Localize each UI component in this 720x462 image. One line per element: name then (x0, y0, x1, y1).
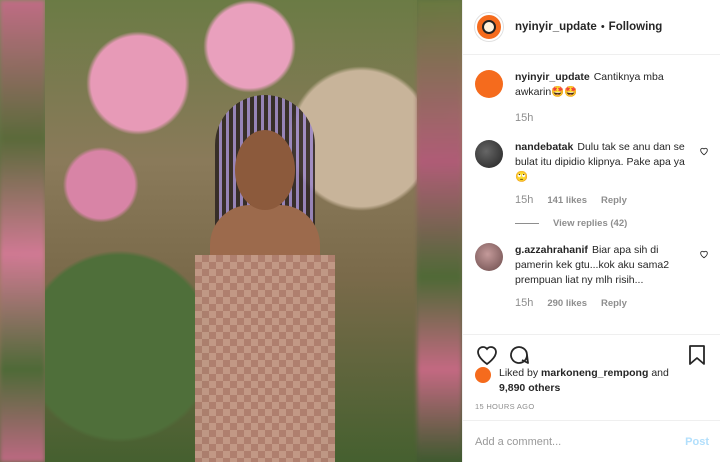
comment-icon[interactable] (507, 343, 531, 367)
view-replies-line (515, 223, 539, 224)
bookmark-icon[interactable] (685, 343, 709, 367)
comment-time[interactable]: 15h (515, 297, 533, 309)
author-avatar[interactable] (475, 13, 503, 41)
view-replies-label: View replies (42) (553, 218, 628, 229)
comment-item: nandebatak Dulu tak se anu dan se bulat i… (475, 140, 709, 185)
photo-subject (190, 95, 340, 462)
likes-others[interactable]: 9,890 others (499, 382, 560, 394)
reply-button[interactable]: Reply (601, 195, 627, 206)
post-photo[interactable] (0, 0, 462, 462)
comment-avatar[interactable] (475, 140, 503, 168)
comment-item: g.azzahrahanif Biar apa sih di pamerin ke… (475, 243, 709, 288)
caption-text-block: nyinyir_update Cantiknya mba awkarin🤩🤩 (515, 70, 690, 100)
comment-text-block: g.azzahrahanif Biar apa sih di pamerin ke… (515, 243, 690, 288)
photo-blur-right (417, 0, 462, 462)
comment-time[interactable]: 15h (515, 194, 533, 206)
subject-head (235, 130, 295, 210)
censor-pixelation (195, 255, 335, 462)
comment-meta: 15h 141 likes Reply (515, 194, 709, 206)
avatar-logo-icon (482, 20, 496, 34)
liker-username[interactable]: markoneng_rempong (541, 367, 648, 379)
caption-time[interactable]: 15h (515, 112, 533, 124)
following-button[interactable]: Following (609, 21, 663, 33)
photo-blur-left (0, 0, 45, 462)
post-comment-button[interactable]: Post (685, 436, 709, 448)
comment-text-block: nandebatak Dulu tak se anu dan se bulat i… (515, 140, 690, 185)
comment-input[interactable] (475, 435, 686, 448)
heart-icon[interactable] (699, 249, 709, 259)
caption-username[interactable]: nyinyir_update (515, 71, 590, 83)
author-username[interactable]: nyinyir_update (515, 21, 597, 33)
post-header: nyinyir_update • Following (463, 0, 720, 55)
likes-prefix: Liked by (499, 367, 539, 379)
likes-text: Liked by markoneng_rempong and 9,890 oth… (499, 366, 669, 396)
comment-username[interactable]: g.azzahrahanif (515, 244, 588, 256)
comment-likes[interactable]: 290 likes (547, 298, 587, 309)
comment-likes[interactable]: 141 likes (547, 195, 587, 206)
comment-username[interactable]: nandebatak (515, 141, 573, 153)
comment-meta: 15h 290 likes Reply (515, 297, 709, 309)
heart-icon[interactable] (475, 343, 499, 367)
add-comment-bar: Post (463, 420, 720, 462)
caption-avatar[interactable] (475, 70, 503, 98)
post-timestamp[interactable]: 15 HOURS AGO (475, 402, 534, 411)
caption-meta: 15h (515, 112, 709, 124)
post-side-panel: nyinyir_update • Following nyinyir_updat… (462, 0, 720, 462)
likes-summary: Liked by markoneng_rempong and 9,890 oth… (475, 366, 710, 396)
comments-list[interactable]: nyinyir_update Cantiknya mba awkarin🤩🤩 15… (463, 56, 720, 334)
likes-connector: and (651, 367, 669, 379)
liker-avatar[interactable] (475, 367, 491, 383)
header-separator: • (600, 21, 605, 33)
comment-avatar[interactable] (475, 243, 503, 271)
reply-button[interactable]: Reply (601, 298, 627, 309)
caption: nyinyir_update Cantiknya mba awkarin🤩🤩 (475, 70, 709, 100)
view-replies-button[interactable]: View replies (42) (515, 218, 709, 229)
heart-icon[interactable] (699, 146, 709, 156)
